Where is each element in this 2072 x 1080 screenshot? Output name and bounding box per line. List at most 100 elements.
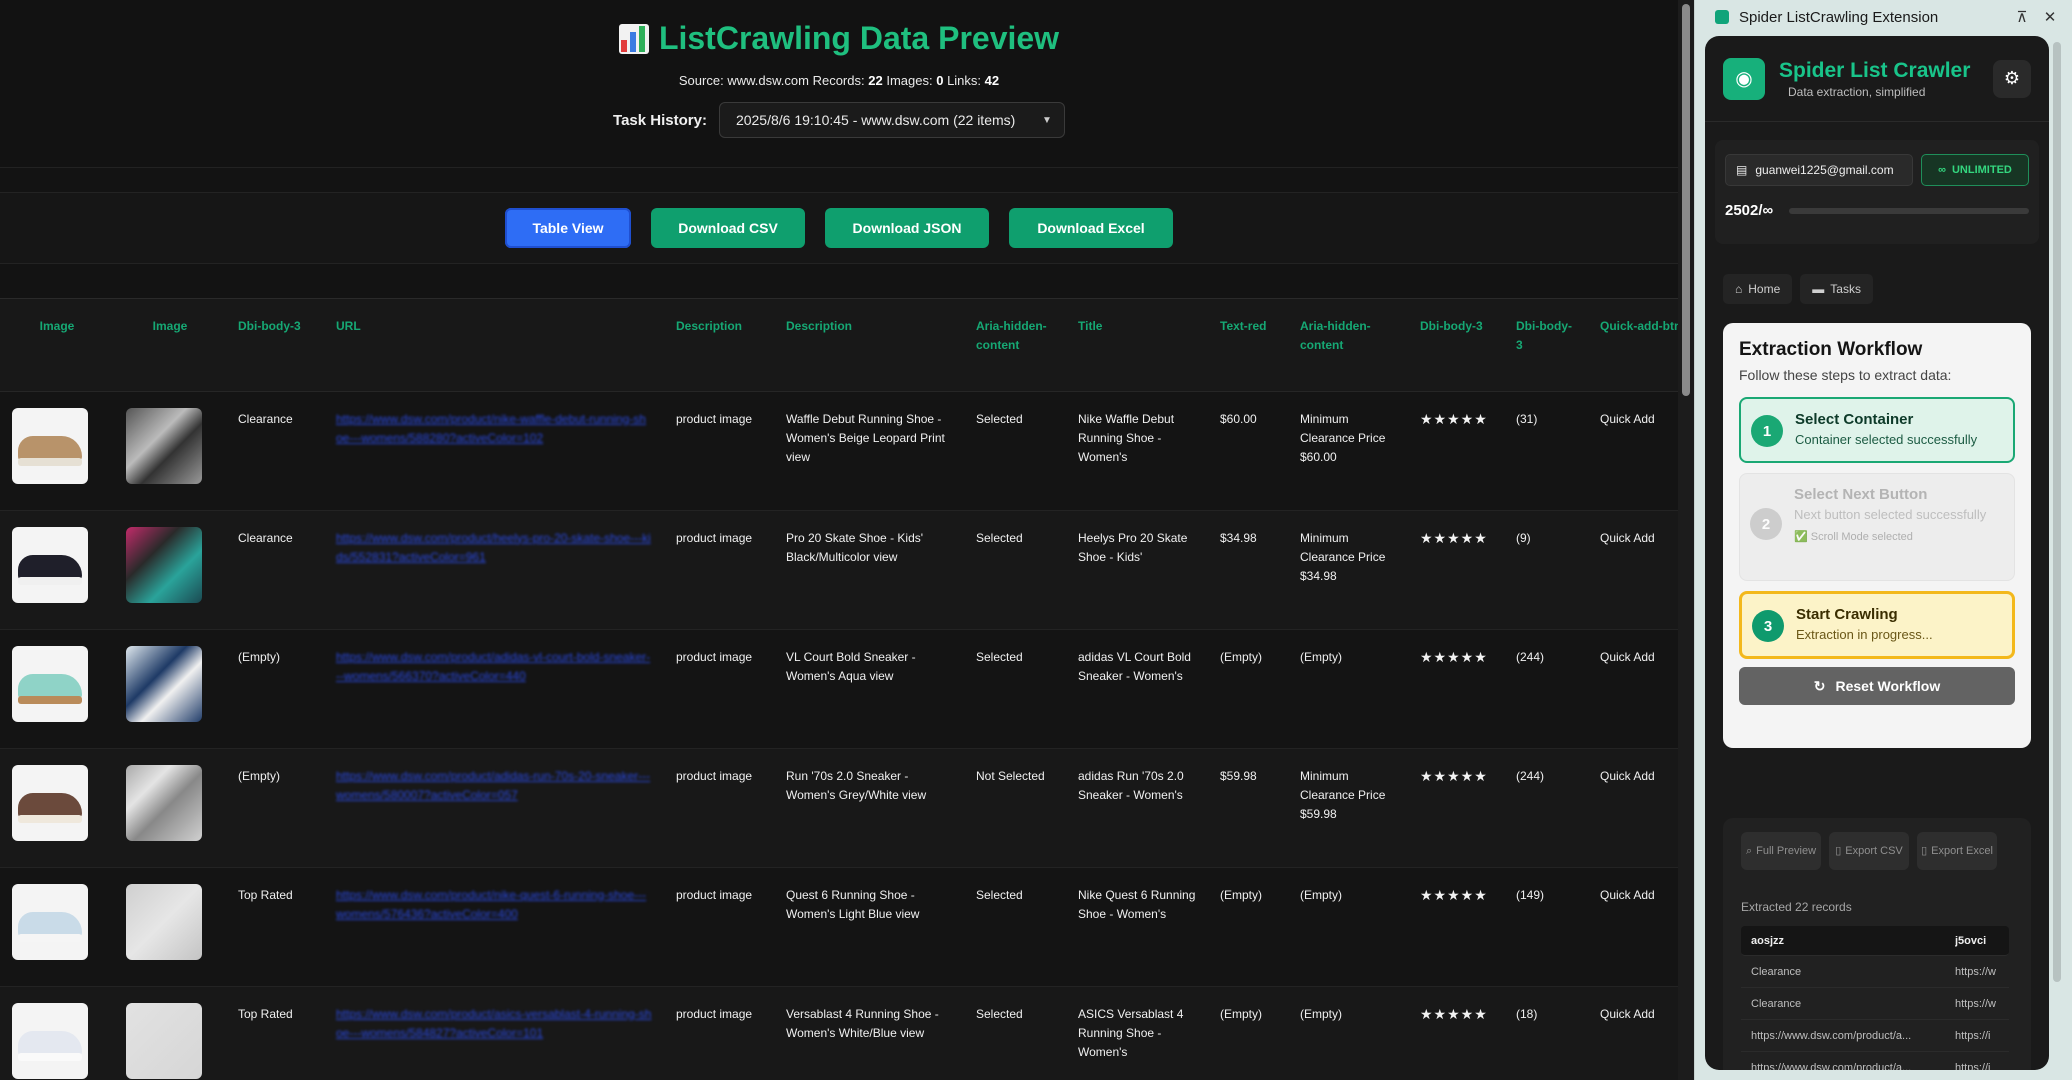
column-header[interactable]: Title <box>1066 299 1208 392</box>
scrollbar-thumb[interactable] <box>1682 4 1690 396</box>
product-image[interactable] <box>12 645 88 722</box>
price-cell: (Empty) <box>1208 629 1288 749</box>
source-domain: www.dsw.com <box>727 73 809 88</box>
mini-table-row: Clearance https://w <box>1741 988 2009 1020</box>
scroll-mode-note: ✅ Scroll Mode selected <box>1794 531 1913 543</box>
product-image-preview[interactable] <box>126 764 202 841</box>
product-image[interactable] <box>12 526 88 603</box>
table-row: Clearance https://www.dsw.com/product/he… <box>0 510 1678 630</box>
aria-price-cell: (Empty) <box>1288 986 1408 1080</box>
images-count: 0 <box>936 73 944 88</box>
task-history-label: Task History: <box>613 111 707 129</box>
page-scrollbar[interactable] <box>1678 0 1694 1080</box>
source-summary: Source: www.dsw.com Records: 22 Images: … <box>678 73 1000 88</box>
panel-scrollbar[interactable] <box>2053 36 2063 1050</box>
rating-stars: ★★★★★ <box>1408 986 1504 1080</box>
product-image[interactable] <box>12 1002 88 1079</box>
nav-home-button[interactable]: ⌂ Home <box>1723 274 1793 304</box>
description-cell: product image <box>664 510 774 630</box>
column-header[interactable]: Aria-hidden-content <box>964 299 1066 392</box>
data-table-container[interactable]: Image Image Dbi-body-3 URL Description D… <box>0 298 1678 1080</box>
column-header[interactable]: Description <box>664 299 774 392</box>
column-header[interactable]: Dbi-body-3 <box>1408 299 1504 392</box>
export-csv-button[interactable]: ▯ Export CSV <box>1829 832 1909 870</box>
product-image-preview[interactable] <box>126 526 202 603</box>
quick-add-cell: Quick Add <box>1588 986 1678 1080</box>
product-image-preview[interactable] <box>126 1002 202 1079</box>
extracted-count: Extracted 22 records <box>1741 900 1852 914</box>
reset-workflow-button[interactable]: ↻ Reset Workflow <box>1739 667 2015 705</box>
step-status: Container selected successfully <box>1795 432 1978 447</box>
task-history-select[interactable]: 2025/8/6 19:10:45 - www.dsw.com (22 item… <box>718 102 1065 138</box>
download-json-button[interactable]: Download JSON <box>825 208 989 248</box>
rating-stars: ★★★★★ <box>1408 867 1504 987</box>
download-excel-button[interactable]: Download Excel <box>1009 208 1173 248</box>
product-url-link[interactable]: https://www.dsw.com/product/nike-waffle-… <box>336 412 646 445</box>
column-header[interactable]: Dbi-body-3 <box>1504 299 1588 392</box>
product-image-preview[interactable] <box>126 645 202 722</box>
extraction-workflow-card: Extraction Workflow Follow these steps t… <box>1723 323 2031 748</box>
description-cell: product image <box>664 986 774 1080</box>
search-icon: ⌕ <box>1745 845 1753 857</box>
view-toolbar: Table View Download CSV Download JSON Do… <box>0 192 1678 264</box>
review-count-cell: (244) <box>1504 748 1588 868</box>
column-header[interactable]: Image <box>0 299 114 392</box>
extension-body: ◉ Spider List Crawler Data extraction, s… <box>1705 36 2049 1070</box>
aria-cell: Selected <box>964 629 1066 749</box>
account-email[interactable]: ▤ guanwei1225@gmail.com <box>1725 154 1913 186</box>
step-start-crawling[interactable]: 3 Start Crawling Extraction in progress.… <box>1739 591 2015 659</box>
table-view-button[interactable]: Table View <box>505 208 631 248</box>
full-preview-button[interactable]: ⌕ Full Preview <box>1741 832 1821 870</box>
preview-header: ListCrawling Data Preview Source: www.ds… <box>0 0 1678 168</box>
column-header[interactable]: Aria-hidden-content <box>1288 299 1408 392</box>
product-url-link[interactable]: https://www.dsw.com/product/adidas-run-7… <box>336 769 650 802</box>
product-image[interactable] <box>12 764 88 841</box>
column-header[interactable]: Description <box>774 299 964 392</box>
column-header[interactable]: Text-red <box>1208 299 1288 392</box>
quick-add-cell: Quick Add <box>1588 510 1678 630</box>
mini-preview-table: aosjzz j5ovci Clearance https://w Cleara… <box>1741 926 2009 1070</box>
column-header[interactable]: URL <box>324 299 664 392</box>
price-cell: $59.98 <box>1208 748 1288 868</box>
aria-price-cell: Minimum Clearance Price $34.98 <box>1288 510 1408 630</box>
product-image[interactable] <box>12 883 88 960</box>
aria-price-cell: (Empty) <box>1288 629 1408 749</box>
product-url-link[interactable]: https://www.dsw.com/product/heelys-pro-2… <box>336 531 651 564</box>
product-url-link[interactable]: https://www.dsw.com/product/asics-versab… <box>336 1007 651 1040</box>
product-image-preview[interactable] <box>126 407 202 484</box>
column-header[interactable]: Dbi-body-3 <box>226 299 324 392</box>
product-image[interactable] <box>12 407 88 484</box>
infinity-icon: ∞ <box>1938 164 1946 176</box>
step-select-next-button[interactable]: 2 Select Next Button Next button selecte… <box>1739 473 2015 581</box>
description-cell: Run '70s 2.0 Sneaker - Women's Grey/Whit… <box>774 748 964 868</box>
step-number: 2 <box>1750 508 1782 540</box>
spider-logo-icon: ◉ <box>1723 57 1765 100</box>
column-header[interactable]: Quick-add-btn <box>1588 299 1678 392</box>
product-image-preview[interactable] <box>126 883 202 960</box>
product-url-link[interactable]: https://www.dsw.com/product/adidas-vl-co… <box>336 650 650 683</box>
step-number: 3 <box>1752 610 1784 642</box>
pin-icon[interactable]: ⊼ <box>2008 8 2036 26</box>
app-tagline: Data extraction, simplified <box>1788 84 1926 99</box>
product-url-link[interactable]: https://www.dsw.com/product/nike-quest-6… <box>336 888 646 921</box>
title-cell: adidas Run '70s 2.0 Sneaker - Women's <box>1066 748 1208 868</box>
export-excel-button[interactable]: ▯ Export Excel <box>1917 832 1997 870</box>
rating-stars: ★★★★★ <box>1408 391 1504 511</box>
aria-price-cell: Minimum Clearance Price $60.00 <box>1288 391 1408 511</box>
panel-window-title: Spider ListCrawling Extension <box>1739 8 1939 26</box>
panel-scrollbar-thumb[interactable] <box>2053 42 2061 982</box>
mini-table-row: Clearance https://w <box>1741 956 2009 988</box>
aria-cell: Selected <box>964 391 1066 511</box>
nav-tasks-button[interactable]: ▬ Tasks <box>1800 274 1873 304</box>
title-cell: Nike Waffle Debut Running Shoe - Women's <box>1066 391 1208 511</box>
step-select-container[interactable]: 1 Select Container Container selected su… <box>1739 397 2015 463</box>
settings-gear-icon[interactable]: ⚙ <box>1993 59 2031 98</box>
panel-titlebar: Spider ListCrawling Extension ⊼ ✕ <box>1695 0 2072 34</box>
column-header[interactable]: Image <box>114 299 226 392</box>
description-cell: Pro 20 Skate Shoe - Kids' Black/Multicol… <box>774 510 964 630</box>
step-number: 1 <box>1751 415 1783 447</box>
price-cell: (Empty) <box>1208 986 1288 1080</box>
download-csv-button[interactable]: Download CSV <box>651 208 805 248</box>
close-icon[interactable]: ✕ <box>2036 8 2064 26</box>
page-title: ListCrawling Data Preview <box>618 20 1059 57</box>
